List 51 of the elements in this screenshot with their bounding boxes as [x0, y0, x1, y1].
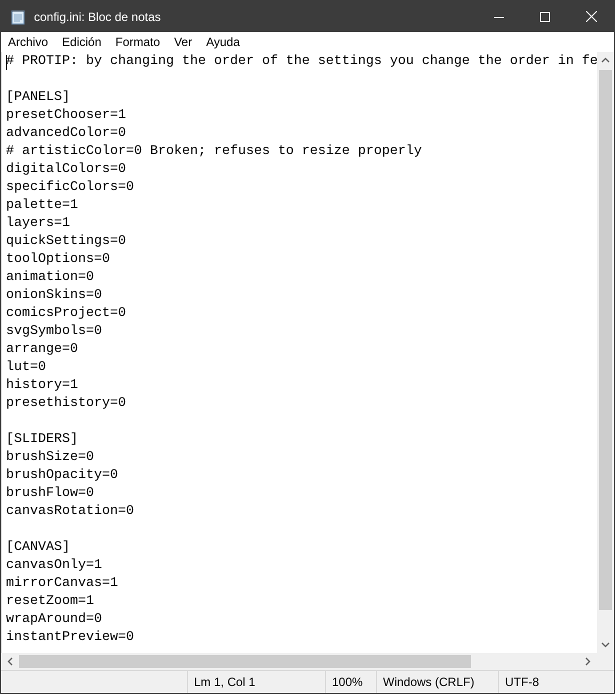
menu-item[interactable]: Formato	[108, 32, 168, 52]
text-line: comicsProject=0	[6, 305, 126, 323]
text-line: lut=0	[6, 359, 46, 377]
close-icon	[586, 11, 596, 22]
scroll-up-icon[interactable]	[601, 56, 610, 65]
vertical-scrollbar[interactable]	[597, 52, 614, 653]
menu-item[interactable]: Ayuda	[199, 32, 247, 52]
maximize-icon	[540, 12, 550, 22]
text-line: specificColors=0	[6, 179, 134, 197]
menu-item[interactable]: Archivo	[1, 32, 56, 52]
text-line: layers=1	[6, 215, 70, 233]
horizontal-scrollbar[interactable]	[1, 653, 597, 670]
text-line: arrange=0	[6, 341, 78, 359]
text-line: canvasRotation=0	[6, 503, 134, 521]
cursor-position: Lm 1, Col 1	[194, 674, 256, 691]
text-line: brushFlow=0	[6, 485, 94, 503]
text-line: animation=0	[6, 269, 94, 287]
text-line: mirrorCanvas=1	[6, 575, 118, 593]
text-line: svgSymbols=0	[6, 323, 102, 341]
text-line: instantPreview=0	[6, 629, 134, 647]
text-line: onionSkins=0	[6, 287, 102, 305]
text-line: [CANVAS]	[6, 539, 70, 557]
line-ending: Windows (CRLF)	[383, 674, 474, 691]
text-line: toolOptions=0	[6, 251, 110, 269]
menu-item[interactable]: Ver	[167, 32, 200, 52]
encoding: UTF-8	[505, 674, 539, 691]
scroll-down-icon[interactable]	[601, 640, 610, 649]
text-line: canvasOnly=1	[6, 557, 102, 575]
text-line: wrapAround=0	[6, 611, 102, 629]
text-line: quickSettings=0	[6, 233, 126, 251]
text-line: presethistory=0	[6, 395, 126, 413]
text-line: brushSize=0	[6, 449, 94, 467]
text-line: brushOpacity=0	[6, 467, 118, 485]
scrollbar-thumb[interactable]	[19, 655, 471, 668]
text-line: [SLIDERS]	[6, 431, 78, 449]
text-line: palette=1	[6, 197, 78, 215]
scroll-left-icon[interactable]	[6, 657, 15, 666]
scroll-right-icon[interactable]	[583, 657, 592, 666]
text-line: history=1	[6, 377, 78, 395]
notepad-icon	[10, 8, 26, 24]
text-line: digitalColors=0	[6, 161, 126, 179]
text-line: # artisticColor=0 Broken; refuses to resize properly	[6, 143, 422, 161]
menu-item[interactable]: Edición	[55, 32, 108, 52]
zoom-level: 100%	[332, 674, 363, 691]
text-line: # PROTIP: by changing the order of the settings you change the order in fe	[6, 53, 597, 71]
text-line: advancedColor=0	[6, 125, 126, 143]
window-title: config.ini: Bloc de notas	[34, 8, 161, 26]
scrollbar-thumb[interactable]	[599, 70, 612, 610]
text-line: [PANELS]	[6, 89, 70, 107]
text-line: resetZoom=1	[6, 593, 94, 611]
text-line: presetChooser=1	[6, 107, 126, 125]
